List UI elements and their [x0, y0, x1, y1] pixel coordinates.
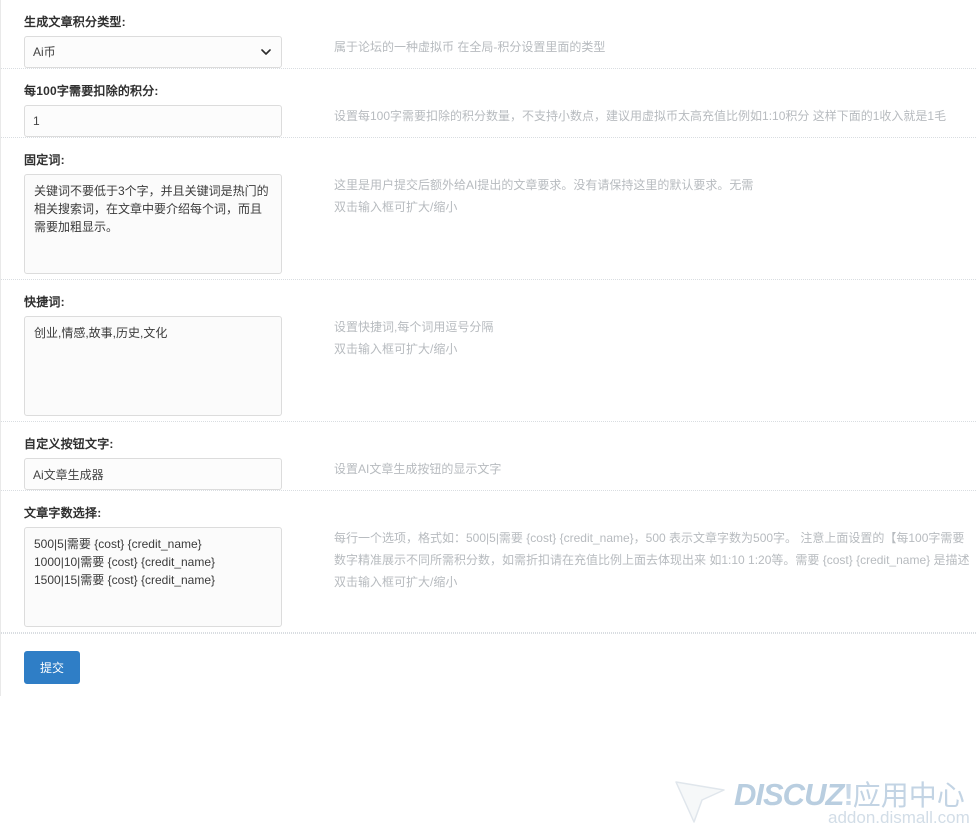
field-control-credit-type: Ai币	[24, 36, 282, 68]
field-help-word-count-options: 每行一个选项，格式如：500|5|需要 {cost} {credit_name}…	[334, 527, 976, 593]
field-help-shortcut-words: 设置快捷词,每个词用逗号分隔 双击输入框可扩大/缩小	[334, 316, 976, 360]
field-help-custom-button-text: 设置AI文章生成按钮的显示文字	[334, 458, 976, 480]
fixed-words-textarea[interactable]: 关键词不要低于3个字，并且关键词是热门的相关搜索词，在文章中要介绍每个词，而且需…	[24, 174, 282, 274]
field-label-cost-per-100: 每100字需要扣除的积分:	[1, 69, 976, 105]
form-actions: 提交	[1, 633, 976, 696]
watermark-bang: !	[843, 777, 852, 812]
field-control-shortcut-words: 创业,情感,故事,历史,文化	[24, 316, 282, 421]
cursor-arrow-icon	[674, 778, 730, 826]
form-row-body: 设置每100字需要扣除的积分数量，不支持小数点，建议用虚拟币太高充值比例如1:1…	[1, 105, 976, 129]
form-row-body: 关键词不要低于3个字，并且关键词是热门的相关搜索词，在文章中要介绍每个词，而且需…	[1, 174, 976, 198]
form-row-word-count-options: 文章字数选择: 500|5|需要 {cost} {credit_name} 10…	[1, 491, 976, 633]
help-line: 双击输入框可扩大/缩小	[334, 571, 976, 593]
form-row-shortcut-words: 快捷词: 创业,情感,故事,历史,文化 设置快捷词,每个词用逗号分隔 双击输入框…	[1, 280, 976, 422]
field-label-fixed-words: 固定词:	[1, 138, 976, 174]
help-line: 这里是用户提交后额外给AI提出的文章要求。没有请保持这里的默认要求。无需	[334, 174, 976, 196]
help-line: 设置每100字需要扣除的积分数量，不支持小数点，建议用虚拟币太高充值比例如1:1…	[334, 105, 976, 127]
form-row-cost-per-100: 每100字需要扣除的积分: 设置每100字需要扣除的积分数量，不支持小数点，建议…	[1, 69, 976, 138]
settings-page: 生成文章积分类型: Ai币 属于论坛的一种虚拟币 在全局-积分设置里面的类型	[0, 0, 976, 838]
field-control-custom-button-text	[24, 458, 282, 490]
field-label-credit-type: 生成文章积分类型:	[1, 0, 976, 36]
watermark-url: addon.dismall.com	[828, 808, 970, 828]
custom-button-text-input[interactable]	[24, 458, 282, 490]
field-label-shortcut-words: 快捷词:	[1, 280, 976, 316]
field-help-cost-per-100: 设置每100字需要扣除的积分数量，不支持小数点，建议用虚拟币太高充值比例如1:1…	[334, 105, 976, 127]
plugin-settings-form: 生成文章积分类型: Ai币 属于论坛的一种虚拟币 在全局-积分设置里面的类型	[0, 0, 976, 696]
field-control-fixed-words: 关键词不要低于3个字，并且关键词是热门的相关搜索词，在文章中要介绍每个词，而且需…	[24, 174, 282, 279]
watermark-brand-cn: 应用中心	[853, 780, 965, 811]
discuz-watermark: DISCUZ!应用中心 addon.dismall.com	[668, 776, 968, 832]
field-help-fixed-words: 这里是用户提交后额外给AI提出的文章要求。没有请保持这里的默认要求。无需 双击输…	[334, 174, 976, 218]
help-line: 每行一个选项，格式如：500|5|需要 {cost} {credit_name}…	[334, 527, 976, 549]
credit-type-select[interactable]: Ai币	[24, 36, 282, 68]
credit-type-select-wrapper[interactable]: Ai币	[24, 36, 282, 68]
word-count-options-textarea[interactable]: 500|5|需要 {cost} {credit_name} 1000|10|需要…	[24, 527, 282, 627]
field-help-credit-type: 属于论坛的一种虚拟币 在全局-积分设置里面的类型	[334, 36, 976, 58]
help-line: 数字精准展示不同所需积分数，如需折扣请在充值比例上面去体现出来 如1:10 1:…	[334, 549, 976, 571]
form-row-fixed-words: 固定词: 关键词不要低于3个字，并且关键词是热门的相关搜索词，在文章中要介绍每个…	[1, 138, 976, 280]
watermark-brand: DISCUZ!应用中心	[734, 774, 965, 814]
field-control-cost-per-100	[24, 105, 282, 137]
field-label-word-count-options: 文章字数选择:	[1, 491, 976, 527]
field-label-custom-button-text: 自定义按钮文字:	[1, 422, 976, 458]
form-row-body: 设置AI文章生成按钮的显示文字	[1, 458, 976, 482]
help-line: 属于论坛的一种虚拟币 在全局-积分设置里面的类型	[334, 36, 976, 58]
help-line: 双击输入框可扩大/缩小	[334, 338, 976, 360]
cost-per-100-input[interactable]	[24, 105, 282, 137]
shortcut-words-textarea[interactable]: 创业,情感,故事,历史,文化	[24, 316, 282, 416]
help-line: 双击输入框可扩大/缩小	[334, 196, 976, 218]
help-line: 设置AI文章生成按钮的显示文字	[334, 458, 976, 480]
field-control-word-count-options: 500|5|需要 {cost} {credit_name} 1000|10|需要…	[24, 527, 282, 632]
watermark-brand-text: DISCUZ	[734, 777, 843, 812]
submit-button[interactable]: 提交	[24, 651, 80, 684]
form-row-credit-type: 生成文章积分类型: Ai币 属于论坛的一种虚拟币 在全局-积分设置里面的类型	[1, 0, 976, 69]
form-row-body: 创业,情感,故事,历史,文化 设置快捷词,每个词用逗号分隔 双击输入框可扩大/缩…	[1, 316, 976, 340]
form-row-custom-button-text: 自定义按钮文字: 设置AI文章生成按钮的显示文字	[1, 422, 976, 491]
form-row-body: Ai币 属于论坛的一种虚拟币 在全局-积分设置里面的类型	[1, 36, 976, 60]
help-line: 设置快捷词,每个词用逗号分隔	[334, 316, 976, 338]
form-row-body: 500|5|需要 {cost} {credit_name} 1000|10|需要…	[1, 527, 976, 551]
